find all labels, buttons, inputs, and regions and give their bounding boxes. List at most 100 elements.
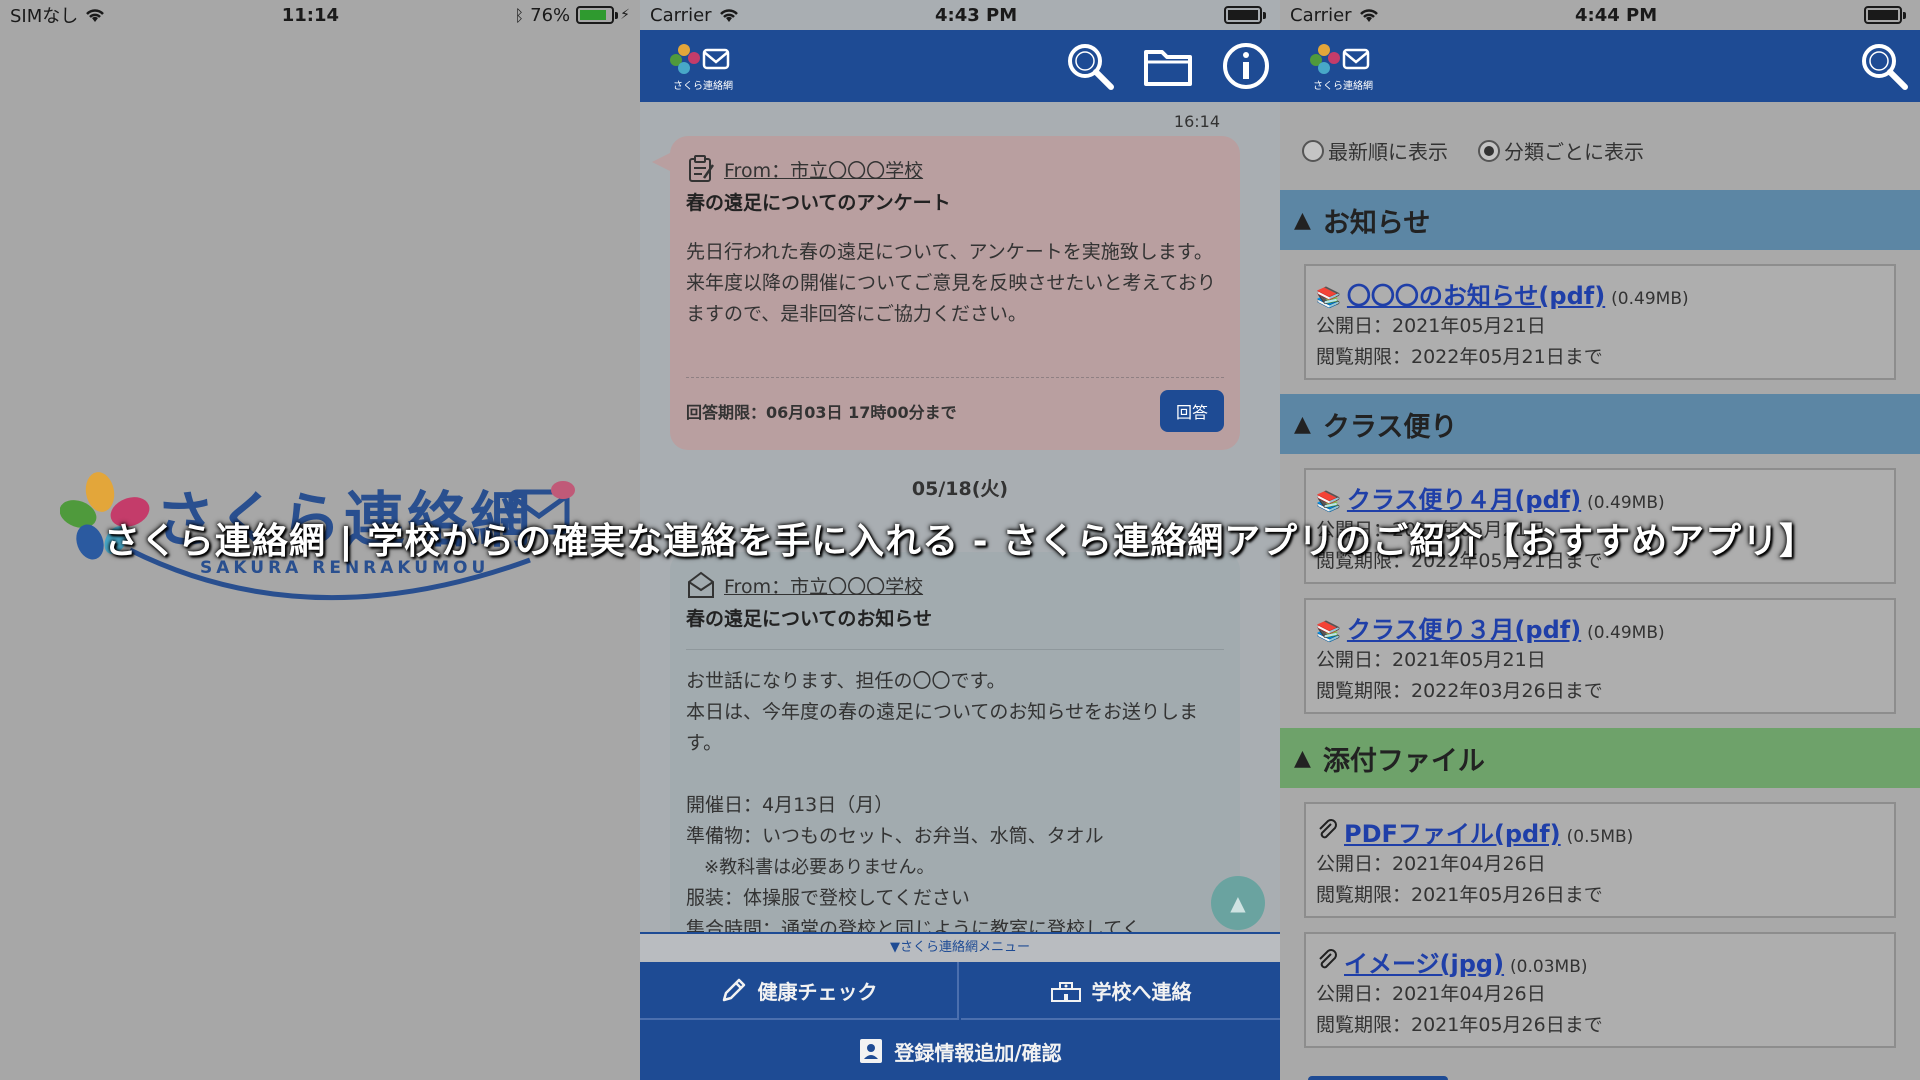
app-menu: 健康チェック 学校へ連絡 登録情報追加/確認 — [640, 962, 1280, 1080]
carrier-label: SIMなし — [10, 6, 79, 27]
survey-message-card[interactable]: From：市立〇〇〇学校 春の遠足についてのアンケート 先日行われた春の遠足につ… — [652, 136, 1240, 450]
books-icon: 📚 — [1316, 285, 1341, 309]
status-bar: Carrier 4:44 PM — [1290, 0, 1910, 30]
status-bar: Carrier 4:43 PM — [650, 0, 1270, 30]
overlay-title: さくら連絡網 | 学校からの確実な連絡を手に入れる - さくら連絡網アプリのご紹… — [103, 521, 1817, 562]
file-item[interactable]: イメージ(jpg) (0.03MB) 公開日：2021年04月26日 閲覧期限：… — [1304, 932, 1896, 1048]
survey-clipboard-icon — [689, 155, 715, 182]
radio-unchecked-icon — [1302, 139, 1324, 162]
books-icon: 📚 — [1316, 489, 1341, 513]
file-published: 公開日：2021年04月26日 — [1316, 853, 1546, 875]
deadline-row: 回答期限：06月03日 17時00分まで 回答 — [686, 377, 1224, 432]
message-body-line: 本日は、今年度の春の遠足についてのお知らせをお送りします。 — [686, 701, 1199, 754]
registration-info-button[interactable]: 登録情報追加/確認 — [640, 1022, 1280, 1080]
status-time: 4:44 PM — [1575, 4, 1658, 26]
file-item[interactable]: 📚 〇〇〇のお知らせ(pdf) (0.49MB) 公開日：2021年05月21日… — [1304, 264, 1896, 380]
file-size: (0.49MB) — [1587, 623, 1665, 643]
battery-percent: 76% — [530, 4, 571, 26]
message-title: 春の遠足についてのお知らせ — [686, 608, 933, 630]
sakura-flower-icon — [1310, 44, 1370, 74]
scroll-to-top-button[interactable]: ▲ — [1211, 876, 1265, 930]
contact-school-label: 学校へ連絡 — [1091, 979, 1192, 1004]
paperclip-icon — [1319, 819, 1337, 839]
section-title: お知らせ — [1322, 207, 1431, 239]
section-title: 添付ファイル — [1322, 745, 1485, 777]
search-icon[interactable] — [1064, 40, 1116, 92]
triangle-up-icon: ▲ — [1294, 745, 1311, 771]
app-header: さくら連絡網 — [640, 30, 1280, 102]
sort-category-radio[interactable]: 分類ごとに表示 — [1478, 136, 1644, 165]
file-published: 公開日：2021年05月21日 — [1316, 649, 1546, 671]
health-check-label: 健康チェック — [757, 979, 878, 1004]
app-logo[interactable]: さくら連絡網 — [1308, 40, 1378, 92]
search-icon[interactable] — [1858, 40, 1910, 92]
reply-button[interactable]: 回答 — [1160, 390, 1224, 432]
file-link[interactable]: PDFファイル(pdf) — [1344, 814, 1561, 849]
section-header-class-letters[interactable]: ▲ クラス便り — [1280, 394, 1920, 454]
carrier-label: Carrier — [1290, 4, 1352, 26]
bottom-button-partial[interactable] — [1308, 1076, 1448, 1080]
file-size: (0.03MB) — [1510, 957, 1588, 977]
file-published: 公開日：2021年05月21日 — [1316, 315, 1546, 337]
file-link[interactable]: イメージ(jpg) — [1344, 944, 1504, 979]
status-time: 11:14 — [281, 4, 340, 26]
file-expires: 閲覧期限：2021年05月26日まで — [1316, 1014, 1603, 1036]
health-check-button[interactable]: 健康チェック — [640, 962, 959, 1020]
file-size: (0.49MB) — [1587, 493, 1665, 513]
message-body-line: お世話になります、担任の〇〇です。 — [686, 670, 1006, 692]
wifi-icon — [1359, 9, 1378, 22]
section-header-attachments[interactable]: ▲ 添付ファイル — [1280, 728, 1920, 788]
sort-category-label: 分類ごとに表示 — [1504, 140, 1644, 164]
section-header-notices[interactable]: ▲ お知らせ — [1280, 190, 1920, 250]
message-body: 先日行われた春の遠足について、アンケートを実施致します。 来年度以降の開催につい… — [686, 237, 1224, 330]
books-icon: 📚 — [1316, 619, 1341, 643]
file-expires: 閲覧期限：2021年05月26日まで — [1316, 884, 1603, 906]
battery-icon — [1864, 6, 1906, 24]
envelope-open-icon — [688, 571, 714, 598]
triangle-up-icon: ▲ — [1230, 891, 1246, 915]
message-body-line: 服装：体操服で登校してください — [686, 887, 970, 909]
registration-info-label: 登録情報追加/確認 — [894, 1040, 1062, 1065]
carrier-label: Carrier — [650, 4, 712, 26]
radio-checked-icon — [1478, 139, 1500, 162]
sakura-flower-icon — [670, 44, 730, 74]
message-body-line: 来年度以降の開催についてご意見を反映させたいと考えておりますので、是非回答にご協… — [686, 272, 1216, 325]
folder-icon[interactable] — [1142, 40, 1194, 92]
file-item[interactable]: 📚 クラス便り３月(pdf) (0.49MB) 公開日：2021年05月21日 … — [1304, 598, 1896, 714]
sort-newest-label: 最新順に表示 — [1328, 140, 1448, 164]
contact-card-icon — [860, 1039, 883, 1063]
message-sender[interactable]: From：市立〇〇〇学校 — [724, 572, 923, 599]
file-link[interactable]: クラス便り３月(pdf) — [1347, 610, 1581, 645]
bluetooth-icon: ᛒ — [514, 5, 525, 25]
file-size: (0.5MB) — [1566, 827, 1634, 847]
file-item[interactable]: PDFファイル(pdf) (0.5MB) 公開日：2021年04月26日 閲覧期… — [1304, 802, 1896, 918]
message-body-line: ※教科書は必要ありません。 — [686, 857, 935, 878]
file-link[interactable]: クラス便り４月(pdf) — [1347, 480, 1581, 515]
app-logo-text: さくら連絡網 — [673, 81, 733, 92]
message-time: 16:14 — [1173, 112, 1220, 131]
file-link[interactable]: 〇〇〇のお知らせ(pdf) — [1347, 276, 1605, 311]
charging-icon: ⚡ — [620, 7, 630, 23]
sort-newest-radio[interactable]: 最新順に表示 — [1302, 136, 1448, 165]
file-expires: 閲覧期限：2022年05月21日まで — [1316, 346, 1603, 368]
app-logo[interactable]: さくら連絡網 — [668, 40, 738, 92]
message-body-line: 開催日：4月13日（月） — [686, 794, 894, 816]
pencil-icon — [722, 978, 745, 1002]
file-published: 公開日：2021年04月26日 — [1316, 983, 1546, 1005]
sort-options: 最新順に表示 分類ごとに表示 — [1302, 136, 1644, 165]
message-body-line: 先日行われた春の遠足について、アンケートを実施致します。 — [686, 241, 1213, 263]
app-logo-text: さくら連絡網 — [1313, 81, 1373, 92]
message-body-line — [686, 759, 1224, 790]
message-body: お世話になります、担任の〇〇です。 本日は、今年度の春の遠足についてのお知らせを… — [686, 649, 1224, 945]
section-title: クラス便り — [1322, 411, 1458, 443]
answer-deadline: 回答期限：06月03日 17時00分まで — [686, 403, 957, 422]
triangle-up-icon: ▲ — [1294, 411, 1311, 437]
file-size: (0.49MB) — [1611, 289, 1689, 309]
wifi-icon — [86, 9, 105, 22]
message-sender[interactable]: From：市立〇〇〇学校 — [724, 156, 923, 183]
info-icon[interactable] — [1220, 40, 1272, 92]
contact-school-button[interactable]: 学校へ連絡 — [961, 962, 1280, 1020]
paperclip-icon — [1319, 949, 1337, 969]
menu-label[interactable]: ▼さくら連絡網メニュー — [640, 932, 1280, 962]
wifi-icon — [719, 9, 738, 22]
